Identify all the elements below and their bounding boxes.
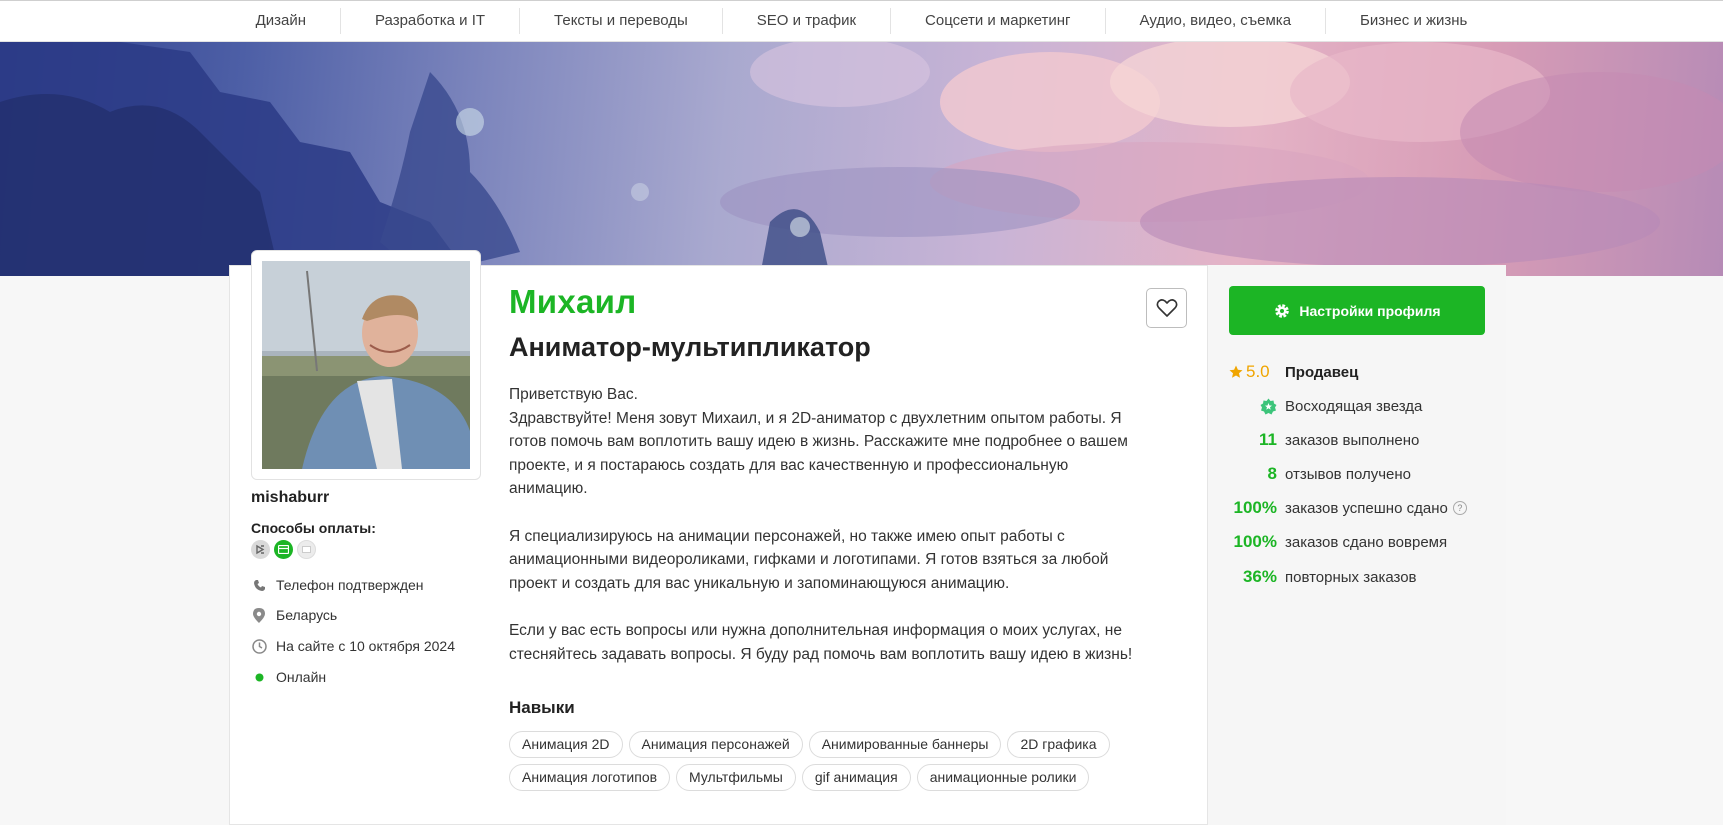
nav-item-audio-video[interactable]: Аудио, видео, съемка xyxy=(1106,8,1327,34)
card-payment-icon[interactable] xyxy=(274,540,293,559)
skill-chip[interactable]: Анимация логотипов xyxy=(509,764,671,791)
help-icon[interactable]: ? xyxy=(1452,501,1467,515)
rising-star-icon xyxy=(1229,396,1277,416)
desc-line: стесняйтесь задавать вопросы. Я буду рад… xyxy=(509,645,1133,663)
skill-chip[interactable]: gif анимация xyxy=(801,764,911,791)
desc-line: Здравствуйте! Меня зовут Михаил, и я 2D-… xyxy=(509,409,1122,427)
category-nav: Дизайн Разработка и IT Тексты и переводы… xyxy=(0,0,1723,42)
gear-icon xyxy=(1273,302,1291,320)
seller-rating-row: 5.0 Продавец xyxy=(1229,362,1499,382)
heart-icon xyxy=(1156,299,1177,317)
desc-line: анимацию. xyxy=(509,480,588,498)
badge-row: Восходящая звезда xyxy=(1229,396,1499,416)
skill-chip[interactable]: Анимация персонажей xyxy=(628,731,803,758)
profile-cover-banner xyxy=(0,42,1723,276)
country-row: Беларусь xyxy=(251,607,337,623)
profile-description: Приветствую Вас. Здравствуйте! Меня зову… xyxy=(509,383,1169,666)
skill-chip[interactable]: Мультфильмы xyxy=(676,764,796,791)
clock-icon xyxy=(251,638,267,654)
stat-value: 11 xyxy=(1259,430,1277,449)
desc-line: анимационными видеороликами, гифками и л… xyxy=(509,551,1109,569)
stat-label: отзывов получено xyxy=(1285,465,1411,483)
profile-title: Аниматор-мультипликатор xyxy=(509,332,871,362)
phone-icon xyxy=(251,577,267,593)
skills-list: Анимация 2D Анимация персонажей Анимиров… xyxy=(509,731,1189,791)
skills-title: Навыки xyxy=(509,698,575,717)
seller-role-label: Продавец xyxy=(1285,363,1359,381)
favorite-button[interactable] xyxy=(1146,288,1187,328)
stat-reviews: 8 отзывов получено xyxy=(1229,464,1499,484)
stat-value: 100% xyxy=(1233,498,1277,517)
cover-illustration xyxy=(0,42,1723,276)
nav-item-dev[interactable]: Разработка и IT xyxy=(341,8,521,34)
stat-label: заказов выполнено xyxy=(1285,431,1420,449)
online-status-row: Онлайн xyxy=(251,669,326,685)
desc-line: Приветствую Вас. xyxy=(509,386,638,403)
member-since-label: На сайте с 10 октября 2024 xyxy=(276,638,455,654)
desc-line: проект и создать для вас уникальную и за… xyxy=(509,574,1010,592)
profile-settings-button[interactable]: Настройки профиля xyxy=(1229,286,1485,335)
avatar-photo xyxy=(262,261,470,469)
skill-chip[interactable]: анимационные ролики xyxy=(916,764,1090,791)
desc-line: Я специализируюсь на анимации персонажей… xyxy=(509,527,1065,545)
skill-chip[interactable]: 2D графика xyxy=(1007,731,1110,758)
nav-item-seo[interactable]: SEO и трафик xyxy=(723,8,892,34)
phone-verified-label: Телефон подтвержден xyxy=(276,577,424,593)
avatar[interactable] xyxy=(262,261,470,469)
nav-item-social[interactable]: Соцсети и маркетинг xyxy=(891,8,1106,34)
stat-label: заказов сдано вовремя xyxy=(1285,533,1448,551)
crypto-payment-icon[interactable] xyxy=(251,540,270,559)
stat-on-time: 100% заказов сдано вовремя xyxy=(1229,532,1499,552)
rating-value: 5.0 xyxy=(1246,362,1270,381)
skill-chip[interactable]: Анимация 2D xyxy=(509,731,623,758)
phone-verified-row: Телефон подтвержден xyxy=(251,577,424,593)
member-since-row: На сайте с 10 октября 2024 xyxy=(251,638,455,654)
nav-item-texts[interactable]: Тексты и переводы xyxy=(520,8,723,34)
rating: 5.0 xyxy=(1229,362,1277,382)
online-status-label: Онлайн xyxy=(276,669,327,685)
payment-methods-title: Способы оплаты: xyxy=(251,520,376,536)
nav-item-business[interactable]: Бизнес и жизнь xyxy=(1326,8,1501,34)
stat-repeat-orders: 36% повторных заказов xyxy=(1229,567,1499,587)
stat-value: 36% xyxy=(1242,567,1277,586)
star-icon xyxy=(1229,365,1243,378)
stat-value: 100% xyxy=(1233,532,1277,551)
country-label: Беларусь xyxy=(276,607,338,623)
stat-label: заказов успешно сдано xyxy=(1285,499,1448,517)
wallet-payment-icon[interactable] xyxy=(297,540,316,559)
online-dot-icon xyxy=(251,669,267,685)
nav-item-design[interactable]: Дизайн xyxy=(222,8,342,34)
stat-success-rate: 100% заказов успешно сдано ? xyxy=(1229,498,1499,518)
profile-name: Михаил xyxy=(509,283,637,320)
payment-methods xyxy=(251,540,316,559)
badge-label: Восходящая звезда xyxy=(1285,397,1423,415)
skill-chip[interactable]: Анимированные баннеры xyxy=(808,731,1002,758)
desc-line: готов помочь вам воплотить вашу идею в ж… xyxy=(509,433,1128,451)
stat-orders-completed: 11 заказов выполнено xyxy=(1229,430,1499,450)
stat-value: 8 xyxy=(1267,464,1277,483)
stat-label: повторных заказов xyxy=(1285,568,1417,586)
username: mishaburr xyxy=(251,489,330,506)
desc-line: проекте, и я постараюсь создать для вас … xyxy=(509,456,1069,474)
desc-line: Если у вас есть вопросы или нужна дополн… xyxy=(509,621,1122,639)
location-pin-icon xyxy=(251,607,267,623)
profile-settings-label: Настройки профиля xyxy=(1299,302,1441,319)
